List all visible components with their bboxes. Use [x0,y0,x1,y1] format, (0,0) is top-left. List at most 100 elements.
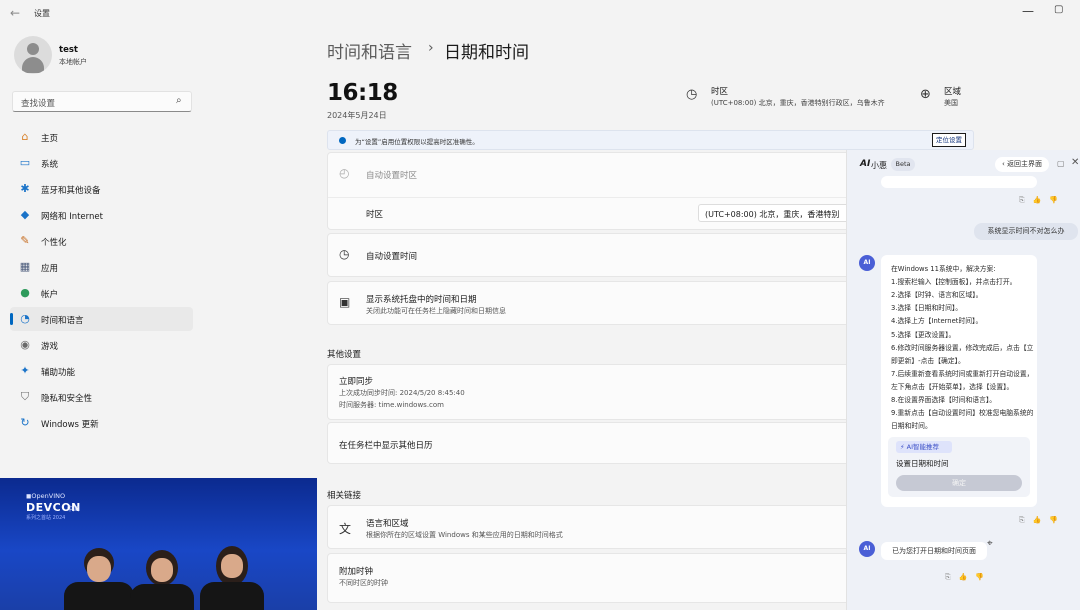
bluetooth-icon: ✱ [20,182,30,195]
sidebar-item-network[interactable]: ◆ 网络和 Internet [10,203,193,227]
additional-clocks-title: 附加时钟 [339,567,374,577]
answer-line: 即更新】-点击【确定】。 [891,356,965,365]
calendar-clock-icon: ▣ [339,295,351,309]
region-info-title: 区域 [944,87,962,97]
language-region-title: 语言和区域 [366,519,409,529]
recommendation-box: ⚡ AI智能推荐 设置日期和时间 确定 [888,437,1030,497]
sidebar-item-label: 主页 [41,134,59,144]
page-title: 日期和时间 [444,43,529,63]
other-calendar-label: 在任务栏中显示其他日历 [339,441,433,451]
breadcrumb-parent[interactable]: 时间和语言 [327,38,412,63]
recommendation-item[interactable]: 设置日期和时间 [896,458,949,469]
maximize-button[interactable]: ▢ [1054,4,1063,15]
answer-line: 2.选择【时钟、语言和区域】。 [891,291,983,300]
personalize-icon: ✎ [20,234,30,247]
video-country: 中国 [67,506,80,513]
current-time: 16:18 [327,80,398,106]
answer-line: 日期和时间。 [891,422,932,431]
sync-last: 上次成功同步时间: 2024/5/20 8:45:40 [339,389,465,397]
avatar[interactable] [14,36,52,74]
sidebar-item-label: 个性化 [41,238,67,248]
sidebar-item-windows-update[interactable]: ↻ Windows 更新 [10,411,193,435]
info-icon [339,137,346,144]
additional-clocks-subtitle: 不同时区的时钟 [339,579,388,587]
confirm-button[interactable]: 确定 [896,475,1022,491]
other-settings-heading: 其他设置 [327,350,362,360]
timezone-icon: ◷ [686,87,698,102]
answer-line: 5.选择【更改设置】。 [891,330,956,339]
feedback-icons[interactable]: ⎘👍👎 [1019,516,1066,525]
sidebar-item-label: 网络和 Internet [41,212,103,222]
auto-timezone-icon: ◴ [339,166,350,180]
search-input[interactable]: 查找设置 ⌕ [12,91,192,112]
sidebar-item-privacy[interactable]: ⛉ 隐私和安全性 [10,385,193,409]
active-indicator [10,313,13,325]
home-icon: ⌂ [21,130,29,143]
search-placeholder: 查找设置 [21,99,56,109]
network-icon: ◆ [20,208,30,221]
sidebar-item-accessibility[interactable]: ✦ 辅助功能 [10,359,193,383]
other-calendar-card[interactable]: 在任务栏中显示其他日历 [327,422,857,464]
sidebar-item-home[interactable]: ⌂ 主页 [10,125,193,149]
sync-server: 时间服务器: time.windows.com [339,401,445,409]
sidebar-item-label: Windows 更新 [41,420,99,430]
region-info-value: 美国 [944,99,958,107]
sidebar-item-time-language[interactable]: ◔ 时间和语言 [10,307,193,331]
related-links-heading: 相关链接 [327,491,362,501]
show-tray-title: 显示系统托盘中的时间和日期 [366,295,477,305]
timezone-dropdown[interactable]: (UTC+08:00) 北京，重庆，香港特别 [698,204,858,222]
banner-text: 为“设置”启用位置权限以提高时区准确性。 [355,138,479,146]
copy-icon[interactable]: ▢ [1057,159,1065,168]
auto-time-label: 自动设置时间 [366,252,418,262]
sidebar-item-label: 应用 [41,264,59,274]
ai-logo-icon: AI [860,159,871,169]
feedback-icons[interactable]: ⎘👍👎 [1019,196,1066,205]
account-icon: ● [20,286,30,299]
answer-line: 9.重新点击【自动设置时间】校准您电脑系统的 [891,409,1034,418]
sidebar-item-label: 隐私和安全性 [41,394,93,404]
ai-avatar: AI [859,541,875,557]
sidebar-item-label: 帐户 [41,290,59,300]
privacy-icon: ⛉ [20,390,30,403]
sidebar-item-account[interactable]: ● 帐户 [10,281,193,305]
auto-time-card[interactable]: ◷ 自动设置时间 [327,233,857,277]
previous-message [881,176,1037,188]
time-language-icon: ◔ [20,312,30,325]
additional-clocks-card[interactable]: 附加时钟 不同时区的时钟 [327,553,857,603]
back-arrow-icon[interactable]: ← [10,6,20,20]
feedback-icons[interactable]: ⎘👍👎 [945,573,992,582]
close-icon[interactable]: ✕ [1071,157,1079,168]
back-home-button[interactable]: ‹ 返回主界面 [995,157,1049,172]
timezone-info-value: (UTC+08:00) 北京，重庆，香港特别行政区，乌鲁木齐 [711,99,885,107]
timezone-info-title: 时区 [711,87,729,97]
sync-title: 立即同步 [339,377,374,387]
sync-card: 立即同步 上次成功同步时间: 2024/5/20 8:45:40 时间服务器: … [327,364,857,420]
globe-icon: ⊕ [920,87,931,102]
system-icon: ▭ [19,156,31,169]
ai-assistant-name: 小惠 [871,161,887,170]
sidebar-item-gaming[interactable]: ◉ 游戏 [10,333,193,357]
show-tray-card[interactable]: ▣ 显示系统托盘中的时间和日期 关闭此功能可在任务栏上隐藏时间和日期信息 [327,281,857,325]
location-banner: 为“设置”启用位置权限以提高时区准确性。 定位设置 [327,130,974,150]
language-icon: 文 [339,522,352,536]
apps-icon: ▦ [19,260,31,273]
location-settings-button[interactable]: 定位设置 [932,133,966,147]
account-type: 本地帐户 [59,58,87,66]
windows-update-icon: ↻ [20,416,30,429]
gaming-icon: ◉ [20,338,30,351]
answer-line: 8.在设置界面选择【时间和语言】。 [891,396,997,404]
search-icon[interactable]: ⌕ [176,95,182,106]
sidebar-item-apps[interactable]: ▦ 应用 [10,255,193,279]
minimize-button[interactable]: — [1022,4,1034,18]
timezone-card: ◴ 自动设置时区 时区 (UTC+08:00) 北京，重庆，香港特别 [327,152,858,230]
answer-line: 在Windows 11系统中，解决方案: [891,265,996,273]
language-region-subtitle: 根据你所在的区域设置 Windows 和某些应用的日期和时间格式 [366,531,563,539]
accessibility-icon: ✦ [20,364,30,377]
sidebar-item-personalize[interactable]: ✎ 个性化 [10,229,193,253]
sidebar-item-label: 辅助功能 [41,368,76,378]
sidebar-item-label: 系统 [41,160,59,170]
language-region-card[interactable]: 文 语言和区域 根据你所在的区域设置 Windows 和某些应用的日期和时间格式 [327,505,857,549]
sidebar-item-bluetooth[interactable]: ✱ 蓝牙和其他设备 [10,177,193,201]
sidebar-item-system[interactable]: ▭ 系统 [10,151,193,175]
answer-line: 7.后续重新查看系统时间或重新打开自动设置， [891,369,1034,378]
